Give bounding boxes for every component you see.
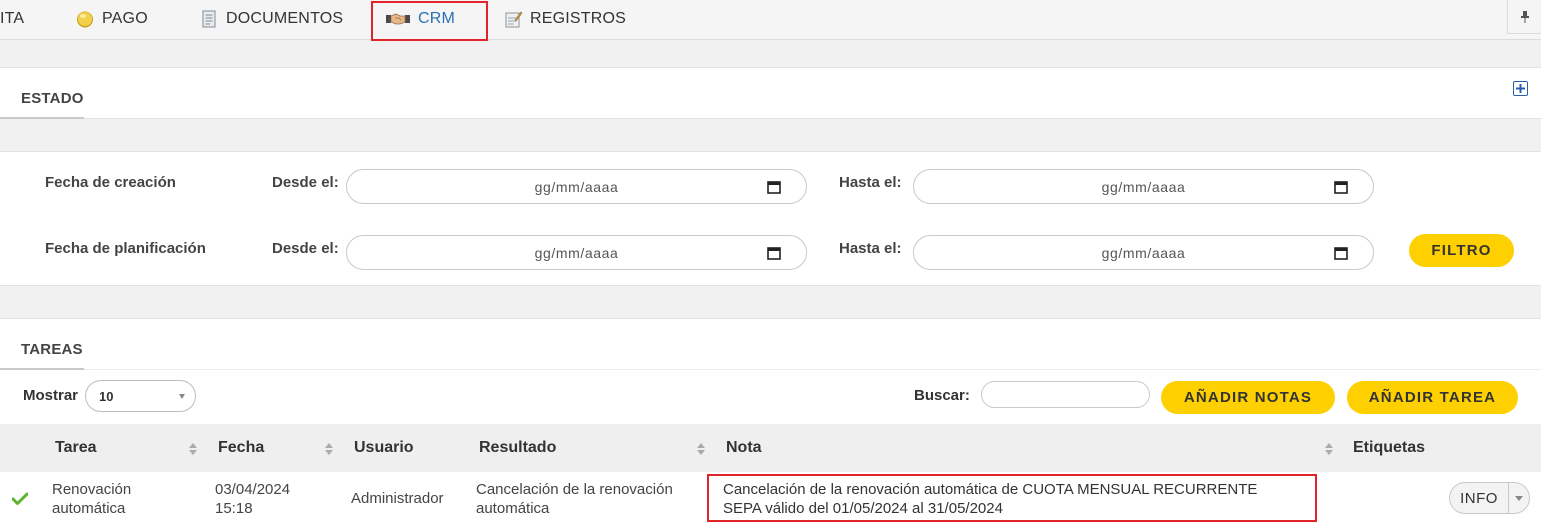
caret-down-icon	[179, 394, 185, 399]
nav-item-label: DOCUMENTOS	[226, 10, 344, 27]
planning-to-label: Hasta el:	[839, 240, 902, 257]
planning-date-label: Fecha de planificación	[45, 240, 206, 257]
date-placeholder: gg/mm/aaaa	[1101, 244, 1186, 261]
tasks-panel: TAREAS Mostrar 10 Buscar: AÑADIR NOTAS A…	[0, 318, 1541, 526]
checkmark-icon	[12, 492, 28, 505]
planning-from-label: Desde el:	[272, 240, 339, 257]
nav-item-crm[interactable]: CRM	[370, 0, 489, 41]
nav-item-label: CRM	[418, 10, 456, 27]
handshake-icon	[386, 13, 410, 25]
estado-panel: ESTADO	[0, 67, 1541, 119]
pin-button[interactable]	[1507, 0, 1541, 34]
calendar-icon[interactable]	[1334, 180, 1348, 194]
date-placeholder: gg/mm/aaaa	[534, 244, 619, 261]
divider	[84, 369, 1541, 370]
calendar-icon[interactable]	[767, 180, 781, 194]
nav-item-pago[interactable]: PAGO	[75, 0, 148, 38]
coin-icon	[77, 11, 93, 28]
creation-from-input[interactable]: gg/mm/aaaa	[346, 169, 807, 204]
title-underline	[0, 117, 84, 119]
title-underline	[0, 368, 84, 370]
show-label: Mostrar	[23, 387, 79, 404]
tasks-title: TAREAS	[21, 341, 83, 358]
creation-to-label: Hasta el:	[839, 174, 902, 191]
note-line: Cancelación de la renovación automática …	[723, 481, 1258, 498]
note-line: SEPA válido del 01/05/2024 al 31/05/2024	[723, 500, 1003, 517]
column-header-usuario[interactable]: Usuario	[354, 424, 414, 472]
sort-icon[interactable]	[697, 443, 705, 455]
date-line: 03/04/2024	[215, 481, 291, 498]
calendar-icon[interactable]	[1334, 246, 1348, 260]
column-header-nota[interactable]: Nota	[726, 424, 762, 472]
planning-to-input[interactable]: gg/mm/aaaa	[913, 235, 1374, 270]
page-size-value: 10	[99, 388, 114, 404]
creation-date-label: Fecha de creación	[45, 174, 176, 191]
result-cell: Cancelación de la renovación automática	[476, 480, 673, 518]
chevron-down-icon[interactable]	[1515, 495, 1523, 501]
creation-to-input[interactable]: gg/mm/aaaa	[913, 169, 1374, 204]
sort-icon[interactable]	[1325, 443, 1333, 455]
nav-item-label: ITA	[0, 10, 25, 27]
sort-icon[interactable]	[325, 443, 333, 455]
planning-from-input[interactable]: gg/mm/aaaa	[346, 235, 807, 270]
expand-button[interactable]	[1513, 81, 1528, 96]
date-placeholder: gg/mm/aaaa	[1101, 178, 1186, 195]
nav-item-ita[interactable]: ITA	[0, 0, 24, 38]
table-header: Tarea Fecha Usuario Resultado Nota Etiqu…	[0, 424, 1541, 472]
nav-item-documentos[interactable]: DOCUMENTOS	[199, 0, 343, 38]
column-header-tarea[interactable]: Tarea	[55, 424, 97, 472]
filter-button[interactable]: FILTRO	[1409, 234, 1514, 267]
estado-title: ESTADO	[21, 90, 84, 107]
date-placeholder: gg/mm/aaaa	[534, 178, 619, 195]
task-cell: Renovación automática	[52, 480, 131, 518]
pin-icon	[1520, 10, 1529, 23]
task-line: automática	[52, 500, 126, 517]
creation-from-label: Desde el:	[272, 174, 339, 191]
column-header-resultado[interactable]: Resultado	[479, 424, 556, 472]
nav-item-label: PAGO	[102, 10, 148, 27]
split-divider	[1508, 483, 1509, 513]
column-header-etiquetas[interactable]: Etiquetas	[1353, 424, 1425, 472]
date-cell: 03/04/2024 15:18	[215, 480, 290, 518]
nav-item-label: REGISTROS	[530, 10, 627, 27]
plus-icon	[1516, 84, 1525, 93]
table-row[interactable]: Renovación automática 03/04/2024 15:18 A…	[0, 472, 1541, 525]
search-label: Buscar:	[914, 387, 970, 404]
result-line: Cancelación de la renovación	[476, 481, 673, 498]
calendar-icon[interactable]	[767, 246, 781, 260]
filter-panel: Fecha de creación Desde el: gg/mm/aaaa H…	[0, 151, 1541, 286]
note-cell: Cancelación de la renovación automática …	[723, 480, 1257, 518]
notepad-icon	[505, 11, 523, 28]
column-header-fecha[interactable]: Fecha	[218, 424, 264, 472]
user-cell: Administrador	[351, 490, 444, 507]
search-input[interactable]	[981, 381, 1150, 408]
top-navigation: ITA PAGO DOCUMENTOS CRM REGISTROS	[0, 0, 1541, 41]
time-line: 15:18	[215, 500, 253, 517]
sort-icon[interactable]	[189, 443, 197, 455]
add-notes-button[interactable]: AÑADIR NOTAS	[1161, 381, 1335, 414]
page-size-select[interactable]: 10	[85, 380, 196, 412]
task-line: Renovación	[52, 481, 132, 498]
add-task-button[interactable]: AÑADIR TAREA	[1347, 381, 1518, 414]
document-icon	[202, 10, 216, 28]
nav-item-registros[interactable]: REGISTROS	[503, 0, 626, 38]
info-tag-label: INFO	[1460, 489, 1498, 507]
result-line: automática	[476, 500, 550, 517]
info-tag-button[interactable]: INFO	[1449, 482, 1530, 514]
